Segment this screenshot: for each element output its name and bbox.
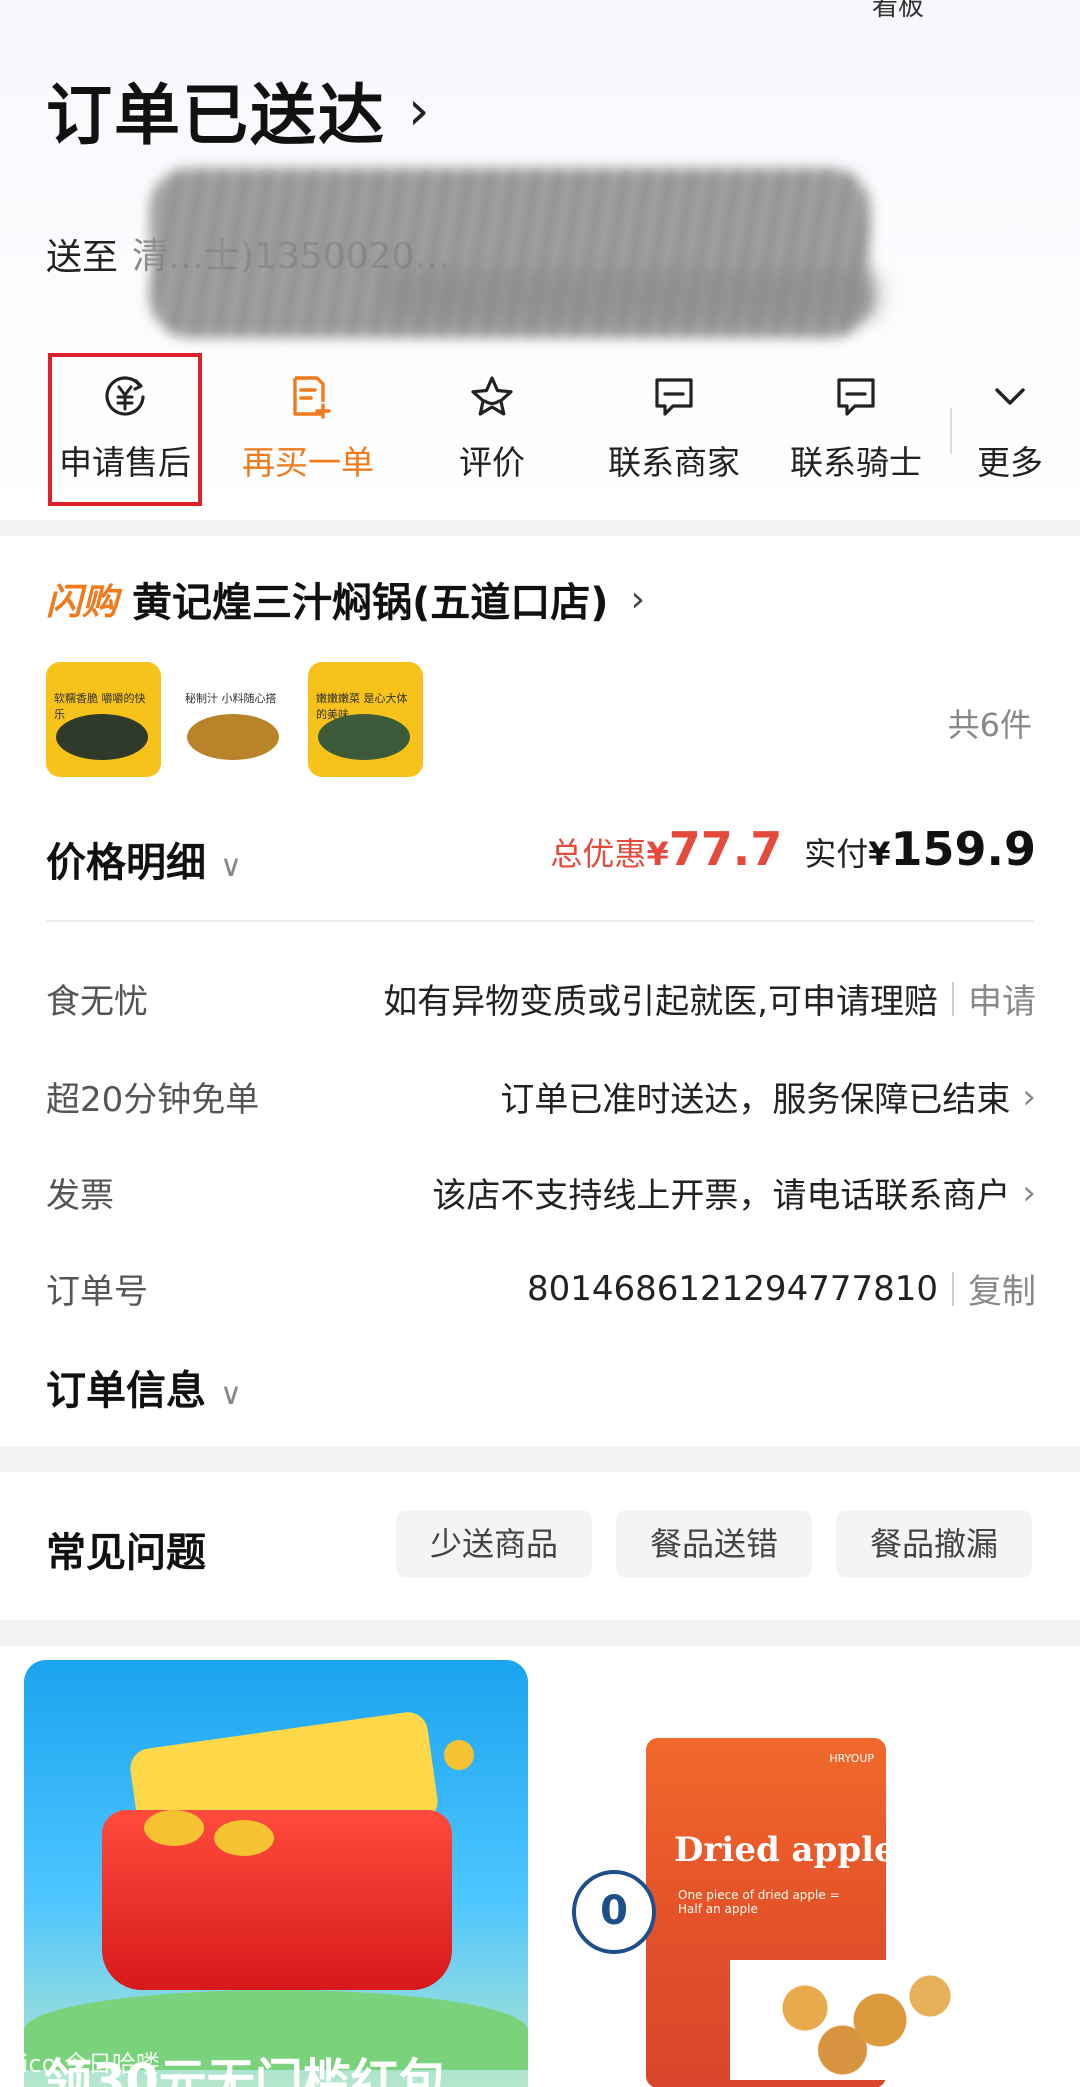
- flash-buy-tag: 闪购: [46, 582, 119, 623]
- apply-link[interactable]: 申请: [968, 974, 1036, 1023]
- food-image: [56, 714, 148, 760]
- price-detail-text: 价格明细: [46, 840, 206, 886]
- item-thumbnails[interactable]: 软糯香脆 嚼嚼的快乐 秘制汁 小料随心搭 嫩嫩嫩菜 是心大体的美味: [46, 662, 423, 777]
- chevron-down-icon: ∨: [220, 1377, 242, 1412]
- contact-merchant-button[interactable]: 联系商家: [584, 352, 764, 504]
- red-packet-promo[interactable]: 领30元无门槛红包: [24, 1660, 528, 2087]
- highlight-annotation: [48, 353, 202, 506]
- brand-label: HRYOUP: [829, 1752, 874, 1765]
- status-hint: 看板: [872, 0, 925, 22]
- chevron-down-icon: ∨: [220, 849, 242, 884]
- review-button[interactable]: 评价: [402, 352, 582, 504]
- info-key: 食无忧: [46, 982, 148, 1022]
- order-info-label: 订单信息: [46, 1368, 206, 1414]
- product-subtitle: One piece of dried apple = Half an apple: [678, 1888, 840, 1916]
- separator: [952, 1271, 954, 1306]
- info-value: 如有异物变质或引起就医,可申请理赔: [383, 982, 938, 1022]
- info-value-wrap: 如有异物变质或引起就医,可申请理赔 申请: [383, 974, 1036, 1023]
- info-key: 订单号: [46, 1272, 148, 1312]
- copy-link[interactable]: 复制: [968, 1264, 1036, 1313]
- contact-merchant-label: 联系商家: [608, 443, 740, 482]
- chat-icon: [655, 378, 693, 416]
- chevron-right-icon: ›: [1022, 1076, 1036, 1117]
- discount-label: 总优惠: [550, 835, 647, 873]
- item-count[interactable]: 共6件: [948, 700, 1032, 746]
- watermark: Kico 今日哈喽: [6, 2050, 160, 2078]
- faq-chip-wrong-items[interactable]: 餐品送错: [616, 1510, 812, 1578]
- faq-chip-missing-items[interactable]: 少送商品: [396, 1510, 592, 1578]
- thumbnail-caption: 秘制汁 小料随心搭: [185, 692, 277, 705]
- separator: [952, 981, 954, 1016]
- coin-icon: [144, 1810, 204, 1846]
- currency-symbol: ¥: [646, 835, 669, 873]
- food-image: [187, 714, 279, 760]
- info-key: 发票: [46, 1176, 114, 1216]
- contact-rider-button[interactable]: 联系骑士: [766, 352, 946, 504]
- item-thumbnail: 软糯香脆 嚼嚼的快乐: [46, 662, 161, 777]
- reorder-button[interactable]: 再买一单: [218, 352, 398, 504]
- discount-value: 77.7: [668, 822, 783, 876]
- more-label: 更多: [977, 443, 1043, 482]
- order-status-text: 订单已送达: [46, 77, 386, 154]
- info-value-wrap: 该店不支持线上开票，请电话联系商户 ›: [432, 1168, 1036, 1217]
- price-detail-label: 价格明细 ∨: [46, 830, 242, 888]
- star-icon: [471, 376, 513, 416]
- order-number-row: 订单号 8014686121294777810 复制: [46, 1258, 1036, 1318]
- price-summary: 总优惠 ¥ 77.7 实付 ¥ 159.9: [550, 822, 1036, 876]
- paid-value: 159.9: [890, 822, 1036, 876]
- apple-chips-image: [730, 1960, 980, 2080]
- order-number: 8014686121294777810: [526, 1268, 938, 1309]
- reorder-label: 再买一单: [242, 443, 374, 482]
- chevron-right-icon: ›: [408, 78, 432, 142]
- store-name: 黄记煌三汁焖锅(五道口店): [132, 580, 609, 626]
- info-value-wrap: 8014686121294777810 复制: [527, 1264, 1036, 1313]
- address-label: 送至: [46, 237, 119, 278]
- reorder-icon: [293, 376, 331, 419]
- price-detail-row[interactable]: 价格明细 ∨ 总优惠 ¥ 77.7 实付 ¥ 159.9: [46, 822, 1036, 892]
- address-redaction-2: [380, 270, 880, 320]
- contact-rider-label: 联系骑士: [790, 443, 922, 482]
- item-thumbnail: 秘制汁 小料随心搭: [177, 662, 292, 777]
- order-info-toggle[interactable]: 订单信息 ∨: [46, 1358, 242, 1416]
- food-image: [318, 714, 410, 760]
- coin-icon: [214, 1820, 274, 1856]
- invoice-row[interactable]: 发票 该店不支持线上开票，请电话联系商户 ›: [46, 1162, 1036, 1222]
- currency-symbol: ¥: [868, 835, 891, 873]
- product-title: Dried apple: [674, 1830, 896, 1870]
- chevron-right-icon: ›: [630, 578, 645, 620]
- chevron-right-icon: ›: [1022, 1172, 1036, 1213]
- info-value: 该店不支持线上开票，请电话联系商户: [432, 1176, 1011, 1216]
- food-safety-row: 食无忧 如有异物变质或引起就医,可申请理赔 申请: [46, 968, 1036, 1028]
- item-thumbnail: 嫩嫩嫩菜 是心大体的美味: [308, 662, 423, 777]
- faq-chip-spilled-items[interactable]: 餐品撤漏: [836, 1510, 1032, 1578]
- store-link[interactable]: 闪购 黄记煌三汁焖锅(五道口店) ›: [46, 570, 645, 628]
- divider: [46, 920, 1034, 922]
- review-label: 评价: [459, 443, 525, 482]
- info-value: 订单已准时送达，服务保障已结束: [500, 1080, 1011, 1120]
- order-status-title[interactable]: 订单已送达 ›: [46, 62, 432, 158]
- chevron-down-icon: [995, 388, 1025, 405]
- coin-icon: [444, 1740, 474, 1770]
- zero-additive-badge: 0: [572, 1870, 656, 1954]
- paid-label: 实付: [804, 835, 869, 873]
- more-button[interactable]: 更多: [930, 352, 1080, 504]
- action-divider: [950, 408, 952, 454]
- info-value-wrap: 订单已准时送达，服务保障已结束 ›: [500, 1072, 1036, 1121]
- chat-icon: [837, 378, 875, 416]
- info-key: 超20分钟免单: [46, 1080, 260, 1120]
- late-free-row[interactable]: 超20分钟免单 订单已准时送达，服务保障已结束 ›: [46, 1066, 1036, 1126]
- dried-apple-product[interactable]: HRYOUP Dried apple One piece of dried ap…: [560, 1660, 1060, 2087]
- faq-title: 常见问题: [46, 1530, 206, 1576]
